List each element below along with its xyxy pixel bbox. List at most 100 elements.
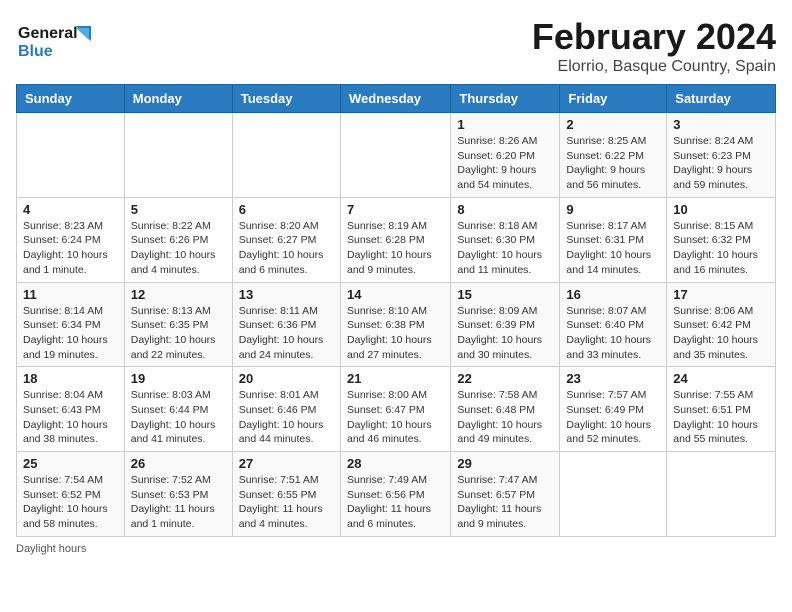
calendar-cell: 28 Sunrise: 7:49 AMSunset: 6:56 PMDayligh…: [340, 452, 450, 537]
day-number: 16: [566, 287, 660, 302]
day-number: 7: [347, 202, 444, 217]
calendar-cell: 29 Sunrise: 7:47 AMSunset: 6:57 PMDayligh…: [451, 452, 560, 537]
calendar-cell: 11 Sunrise: 8:14 AMSunset: 6:34 PMDayligh…: [17, 282, 125, 367]
calendar-day-header: Sunday: [17, 85, 125, 113]
day-number: 14: [347, 287, 444, 302]
day-number: 12: [131, 287, 226, 302]
day-number: 22: [457, 371, 553, 386]
day-number: 26: [131, 456, 226, 471]
calendar-cell: [560, 452, 667, 537]
day-number: 3: [673, 117, 769, 132]
calendar-day-header: Thursday: [451, 85, 560, 113]
calendar-cell: 16 Sunrise: 8:07 AMSunset: 6:40 PMDayligh…: [560, 282, 667, 367]
day-number: 4: [23, 202, 118, 217]
day-info: Sunrise: 7:58 AMSunset: 6:48 PMDaylight:…: [457, 388, 553, 447]
day-info: Sunrise: 8:15 AMSunset: 6:32 PMDaylight:…: [673, 219, 769, 278]
page-subtitle: Elorrio, Basque Country, Spain: [532, 58, 776, 76]
day-info: Sunrise: 7:54 AMSunset: 6:52 PMDaylight:…: [23, 473, 118, 532]
day-info: Sunrise: 8:17 AMSunset: 6:31 PMDaylight:…: [566, 219, 660, 278]
calendar-cell: 23 Sunrise: 7:57 AMSunset: 6:49 PMDayligh…: [560, 367, 667, 452]
day-number: 18: [23, 371, 118, 386]
calendar-cell: 5Sunrise: 8:22 AMSunset: 6:26 PMDaylight…: [124, 197, 232, 282]
calendar-cell: [667, 452, 776, 537]
day-number: 1: [457, 117, 553, 132]
day-info: Sunrise: 8:24 AMSunset: 6:23 PMDaylight:…: [673, 134, 769, 193]
day-info: Sunrise: 8:07 AMSunset: 6:40 PMDaylight:…: [566, 304, 660, 363]
day-number: 8: [457, 202, 553, 217]
day-number: 6: [239, 202, 334, 217]
day-number: 23: [566, 371, 660, 386]
calendar-cell: 15Sunrise: 8:09 AMSunset: 6:39 PMDayligh…: [451, 282, 560, 367]
logo-icon: General Blue: [16, 16, 96, 66]
calendar-cell: 6 Sunrise: 8:20 AMSunset: 6:27 PMDaylight…: [232, 197, 340, 282]
calendar-cell: 13 Sunrise: 8:11 AMSunset: 6:36 PMDayligh…: [232, 282, 340, 367]
svg-text:Blue: Blue: [18, 43, 53, 60]
day-info: Sunrise: 8:20 AMSunset: 6:27 PMDaylight:…: [239, 219, 334, 278]
day-info: Sunrise: 8:03 AMSunset: 6:44 PMDaylight:…: [131, 388, 226, 447]
calendar-cell: 1 Sunrise: 8:26 AMSunset: 6:20 PMDaylight…: [451, 113, 560, 198]
calendar-day-header: Saturday: [667, 85, 776, 113]
calendar-cell: 27Sunrise: 7:51 AMSunset: 6:55 PMDayligh…: [232, 452, 340, 537]
logo: General Blue: [16, 16, 96, 71]
day-info: Sunrise: 7:52 AMSunset: 6:53 PMDaylight:…: [131, 473, 226, 532]
day-info: Sunrise: 8:09 AMSunset: 6:39 PMDaylight:…: [457, 304, 553, 363]
day-number: 28: [347, 456, 444, 471]
calendar-table: SundayMondayTuesdayWednesdayThursdayFrid…: [16, 84, 776, 537]
day-number: 25: [23, 456, 118, 471]
calendar-cell: 19 Sunrise: 8:03 AMSunset: 6:44 PMDayligh…: [124, 367, 232, 452]
calendar-cell: [232, 113, 340, 198]
calendar-cell: 3 Sunrise: 8:24 AMSunset: 6:23 PMDaylight…: [667, 113, 776, 198]
calendar-cell: 25 Sunrise: 7:54 AMSunset: 6:52 PMDayligh…: [17, 452, 125, 537]
calendar-day-header: Monday: [124, 85, 232, 113]
day-info: Sunrise: 8:01 AMSunset: 6:46 PMDaylight:…: [239, 388, 334, 447]
day-info: Sunrise: 8:22 AMSunset: 6:26 PMDaylight:…: [131, 219, 226, 278]
day-number: 10: [673, 202, 769, 217]
calendar-cell: 26 Sunrise: 7:52 AMSunset: 6:53 PMDayligh…: [124, 452, 232, 537]
day-info: Sunrise: 8:13 AMSunset: 6:35 PMDaylight:…: [131, 304, 226, 363]
day-number: 24: [673, 371, 769, 386]
calendar-week-row: 18 Sunrise: 8:04 AMSunset: 6:43 PMDayligh…: [17, 367, 776, 452]
calendar-cell: 22 Sunrise: 7:58 AMSunset: 6:48 PMDayligh…: [451, 367, 560, 452]
calendar-week-row: 1 Sunrise: 8:26 AMSunset: 6:20 PMDaylight…: [17, 113, 776, 198]
calendar-cell: 17 Sunrise: 8:06 AMSunset: 6:42 PMDayligh…: [667, 282, 776, 367]
day-info: Sunrise: 7:57 AMSunset: 6:49 PMDaylight:…: [566, 388, 660, 447]
svg-text:General: General: [18, 25, 78, 42]
title-area: February 2024 Elorrio, Basque Country, S…: [532, 16, 776, 76]
day-info: Sunrise: 8:26 AMSunset: 6:20 PMDaylight:…: [457, 134, 553, 193]
footer-note: Daylight hours: [16, 543, 776, 555]
calendar-cell: 20Sunrise: 8:01 AMSunset: 6:46 PMDayligh…: [232, 367, 340, 452]
page-title: February 2024: [532, 16, 776, 58]
calendar-day-header: Friday: [560, 85, 667, 113]
day-info: Sunrise: 7:51 AMSunset: 6:55 PMDaylight:…: [239, 473, 334, 532]
day-info: Sunrise: 8:23 AMSunset: 6:24 PMDaylight:…: [23, 219, 118, 278]
calendar-cell: 24 Sunrise: 7:55 AMSunset: 6:51 PMDayligh…: [667, 367, 776, 452]
calendar-cell: [17, 113, 125, 198]
calendar-day-header: Tuesday: [232, 85, 340, 113]
day-info: Sunrise: 8:14 AMSunset: 6:34 PMDaylight:…: [23, 304, 118, 363]
day-info: Sunrise: 7:47 AMSunset: 6:57 PMDaylight:…: [457, 473, 553, 532]
calendar-week-row: 4 Sunrise: 8:23 AMSunset: 6:24 PMDaylight…: [17, 197, 776, 282]
day-info: Sunrise: 8:04 AMSunset: 6:43 PMDaylight:…: [23, 388, 118, 447]
day-info: Sunrise: 7:55 AMSunset: 6:51 PMDaylight:…: [673, 388, 769, 447]
day-number: 19: [131, 371, 226, 386]
day-number: 2: [566, 117, 660, 132]
calendar-cell: 4 Sunrise: 8:23 AMSunset: 6:24 PMDaylight…: [17, 197, 125, 282]
calendar-cell: [340, 113, 450, 198]
day-info: Sunrise: 7:49 AMSunset: 6:56 PMDaylight:…: [347, 473, 444, 532]
day-number: 17: [673, 287, 769, 302]
calendar-cell: 12 Sunrise: 8:13 AMSunset: 6:35 PMDayligh…: [124, 282, 232, 367]
day-number: 11: [23, 287, 118, 302]
calendar-cell: 18 Sunrise: 8:04 AMSunset: 6:43 PMDayligh…: [17, 367, 125, 452]
day-number: 29: [457, 456, 553, 471]
day-info: Sunrise: 8:11 AMSunset: 6:36 PMDaylight:…: [239, 304, 334, 363]
calendar-header-row: SundayMondayTuesdayWednesdayThursdayFrid…: [17, 85, 776, 113]
calendar-cell: 2 Sunrise: 8:25 AMSunset: 6:22 PMDaylight…: [560, 113, 667, 198]
day-info: Sunrise: 8:06 AMSunset: 6:42 PMDaylight:…: [673, 304, 769, 363]
day-info: Sunrise: 8:25 AMSunset: 6:22 PMDaylight:…: [566, 134, 660, 193]
logo-area: General Blue: [16, 16, 96, 71]
calendar-cell: 9Sunrise: 8:17 AMSunset: 6:31 PMDaylight…: [560, 197, 667, 282]
day-number: 13: [239, 287, 334, 302]
calendar-cell: 10 Sunrise: 8:15 AMSunset: 6:32 PMDayligh…: [667, 197, 776, 282]
day-info: Sunrise: 8:19 AMSunset: 6:28 PMDaylight:…: [347, 219, 444, 278]
calendar-cell: 8Sunrise: 8:18 AMSunset: 6:30 PMDaylight…: [451, 197, 560, 282]
